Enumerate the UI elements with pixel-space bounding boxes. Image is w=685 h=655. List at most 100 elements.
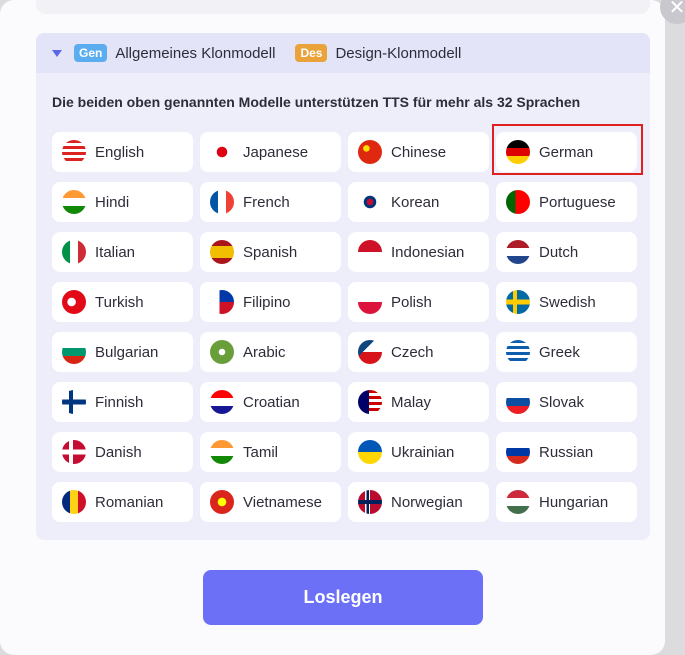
korea-flag-icon [358, 190, 382, 214]
language-label: Malay [391, 393, 432, 411]
ukraine-flag-icon [358, 440, 382, 464]
india-flag-icon [62, 190, 86, 214]
language-label: Russian [539, 443, 594, 461]
language-option-japanese[interactable]: Japanese [200, 132, 341, 172]
france-flag-icon [210, 190, 234, 214]
language-option-russian[interactable]: Russian [496, 432, 637, 472]
language-option-portuguese[interactable]: Portuguese [496, 182, 637, 222]
spain-flag-icon [210, 240, 234, 264]
language-option-vietnamese[interactable]: Vietnamese [200, 482, 341, 522]
language-label: Norwegian [391, 493, 463, 511]
language-option-croatian[interactable]: Croatian [200, 382, 341, 422]
language-label: Finnish [95, 393, 144, 411]
italy-flag-icon [62, 240, 86, 264]
language-option-turkish[interactable]: Turkish [52, 282, 193, 322]
language-modal: Gen Allgemeines Klonmodell Des Design-Kl… [0, 0, 665, 655]
language-label: Hindi [95, 193, 130, 211]
language-label: Chinese [391, 143, 447, 161]
language-option-romanian[interactable]: Romanian [52, 482, 193, 522]
start-button[interactable]: Loslegen [203, 570, 483, 625]
china-flag-icon [358, 140, 382, 164]
language-option-bulgarian[interactable]: Bulgarian [52, 332, 193, 372]
language-label: Romanian [95, 493, 164, 511]
language-option-czech[interactable]: Czech [348, 332, 489, 372]
panel-header[interactable]: Gen Allgemeines Klonmodell Des Design-Kl… [36, 33, 650, 73]
us-flag-icon [62, 140, 86, 164]
portugal-flag-icon [506, 190, 530, 214]
language-label: Spanish [243, 243, 298, 261]
indonesia-flag-icon [358, 240, 382, 264]
language-option-danish[interactable]: Danish [52, 432, 193, 472]
sweden-flag-icon [506, 290, 530, 314]
language-option-norwegian[interactable]: Norwegian [348, 482, 489, 522]
language-label: Polish [391, 293, 432, 311]
language-option-finnish[interactable]: Finnish [52, 382, 193, 422]
language-option-english[interactable]: English [52, 132, 193, 172]
language-label: German [539, 143, 594, 161]
gen-badge: Gen [74, 44, 108, 62]
language-label: Bulgarian [95, 343, 159, 361]
language-option-arabic[interactable]: Arabic [200, 332, 341, 372]
india-flag-icon [210, 440, 234, 464]
language-option-tamil[interactable]: Tamil [200, 432, 341, 472]
russia-flag-icon [506, 440, 530, 464]
language-label: Dutch [539, 243, 579, 261]
language-label: Japanese [243, 143, 309, 161]
language-option-ukrainian[interactable]: Ukrainian [348, 432, 489, 472]
saudi-flag-icon [210, 340, 234, 364]
description-text: Die beiden oben genannten Modelle unters… [52, 94, 581, 110]
hungary-flag-icon [506, 490, 530, 514]
czech-flag-icon [358, 340, 382, 364]
language-label: Vietnamese [243, 493, 322, 511]
gen-model-label: Allgemeines Klonmodell [115, 44, 276, 62]
poland-flag-icon [358, 290, 382, 314]
malaysia-flag-icon [358, 390, 382, 414]
previous-section-strip [36, 0, 650, 14]
language-option-hindi[interactable]: Hindi [52, 182, 193, 222]
des-model-label: Design-Klonmodell [335, 44, 462, 62]
language-option-french[interactable]: French [200, 182, 341, 222]
turkey-flag-icon [62, 290, 86, 314]
language-option-dutch[interactable]: Dutch [496, 232, 637, 272]
model-panel: Gen Allgemeines Klonmodell Des Design-Kl… [36, 33, 650, 540]
croatia-flag-icon [210, 390, 234, 414]
language-label: Czech [391, 343, 434, 361]
language-label: Slovak [539, 393, 585, 411]
language-label: Indonesian [391, 243, 465, 261]
language-option-greek[interactable]: Greek [496, 332, 637, 372]
romania-flag-icon [62, 490, 86, 514]
language-option-malay[interactable]: Malay [348, 382, 489, 422]
language-label: Danish [95, 443, 142, 461]
des-badge: Des [295, 44, 328, 62]
philippines-flag-icon [210, 290, 234, 314]
caret-down-icon[interactable] [52, 49, 62, 57]
language-option-indonesian[interactable]: Indonesian [348, 232, 489, 272]
finland-flag-icon [62, 390, 86, 414]
greece-flag-icon [506, 340, 530, 364]
language-label: Arabic [243, 343, 286, 361]
japan-flag-icon [210, 140, 234, 164]
language-label: English [95, 143, 145, 161]
language-option-polish[interactable]: Polish [348, 282, 489, 322]
language-label: Swedish [539, 293, 596, 311]
language-option-spanish[interactable]: Spanish [200, 232, 341, 272]
language-option-slovak[interactable]: Slovak [496, 382, 637, 422]
language-option-filipino[interactable]: Filipino [200, 282, 341, 322]
language-option-korean[interactable]: Korean [348, 182, 489, 222]
norway-flag-icon [358, 490, 382, 514]
language-label: Korean [391, 193, 440, 211]
language-grid: English Japanese Chinese German Hindi French K… [52, 124, 643, 522]
language-option-italian[interactable]: Italian [52, 232, 193, 272]
language-option-chinese[interactable]: Chinese [348, 132, 489, 172]
bulgaria-flag-icon [62, 340, 86, 364]
language-label: Turkish [95, 293, 144, 311]
language-option-hungarian[interactable]: Hungarian [496, 482, 637, 522]
language-option-german[interactable]: German [492, 124, 643, 175]
language-label: Tamil [243, 443, 279, 461]
language-option-swedish[interactable]: Swedish [496, 282, 637, 322]
language-label: Ukrainian [391, 443, 455, 461]
denmark-flag-icon [62, 440, 86, 464]
slovakia-flag-icon [506, 390, 530, 414]
language-label: French [243, 193, 290, 211]
language-label: Greek [539, 343, 580, 361]
